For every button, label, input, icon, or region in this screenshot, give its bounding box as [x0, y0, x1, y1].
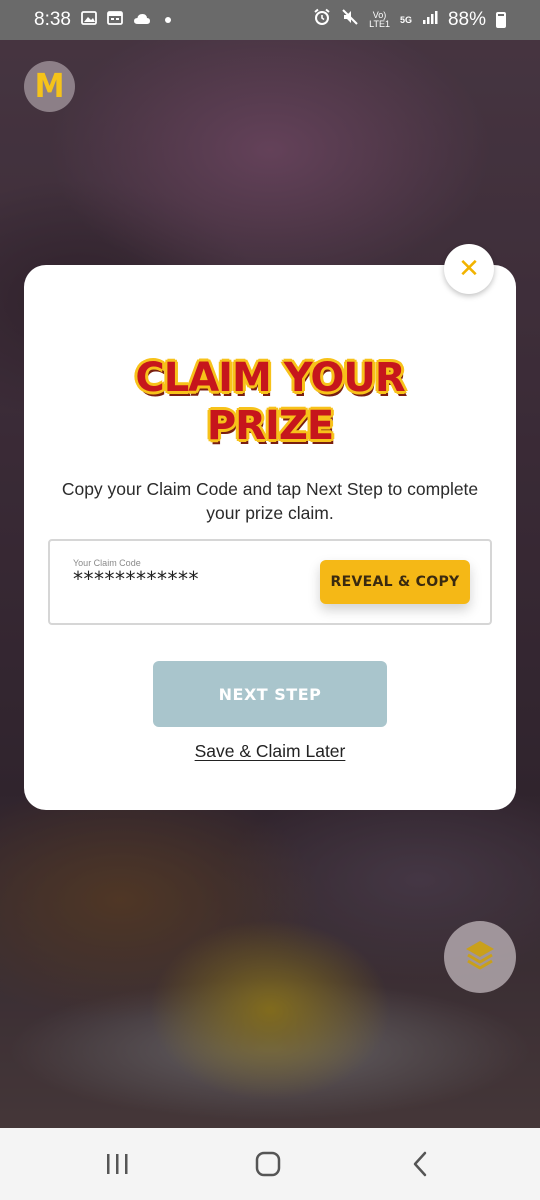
battery-icon	[496, 12, 506, 28]
status-time: 8:38	[34, 9, 71, 30]
close-button[interactable]: ✕	[444, 244, 494, 294]
network-type: 5G	[399, 14, 412, 25]
alarm-icon	[313, 8, 331, 32]
app-logo-button[interactable]: M	[24, 61, 75, 112]
network-indicator: Vo) LTE1	[369, 11, 390, 29]
dot-icon	[164, 17, 171, 23]
mute-icon	[341, 8, 359, 32]
save-claim-later-link[interactable]: Save & Claim Later	[0, 741, 540, 762]
claim-code-value: ************	[73, 567, 199, 591]
reveal-copy-button[interactable]: REVEAL & COPY	[320, 560, 470, 604]
back-icon	[412, 1151, 428, 1182]
home-button[interactable]	[238, 1140, 298, 1192]
battery-percent: 88%	[447, 9, 486, 30]
signal-icon	[422, 9, 438, 31]
claim-prize-modal	[24, 265, 516, 810]
close-icon: ✕	[458, 254, 480, 284]
logo-icon: M	[34, 67, 65, 106]
network-type-label: 5G	[399, 14, 412, 25]
calendar-icon	[107, 9, 123, 31]
layers-button[interactable]	[444, 921, 516, 993]
network-bottom: LTE1	[369, 19, 390, 29]
title-line-2: PRIZE	[206, 403, 334, 449]
back-button[interactable]	[390, 1140, 450, 1192]
recent-apps-button[interactable]	[87, 1140, 147, 1192]
layers-icon	[463, 938, 497, 977]
screen: 8:38 Vo) LTE1 5G 88% M ✕ CLAIM YOUR PRIZ…	[0, 0, 540, 1200]
status-left: 8:38	[34, 9, 171, 31]
image-icon	[81, 9, 97, 31]
title-line-1: CLAIM YOUR	[135, 355, 405, 401]
modal-description: Copy your Claim Code and tap Next Step t…	[61, 479, 479, 523]
cloud-icon	[133, 9, 151, 31]
next-step-button[interactable]: NEXT STEP	[153, 661, 387, 727]
status-right: Vo) LTE1 5G 88%	[313, 8, 506, 32]
status-bar: 8:38 Vo) LTE1 5G 88%	[0, 0, 540, 40]
modal-title: CLAIM YOUR PRIZE	[0, 354, 540, 450]
recent-apps-icon	[105, 1153, 129, 1180]
home-icon	[255, 1151, 281, 1182]
